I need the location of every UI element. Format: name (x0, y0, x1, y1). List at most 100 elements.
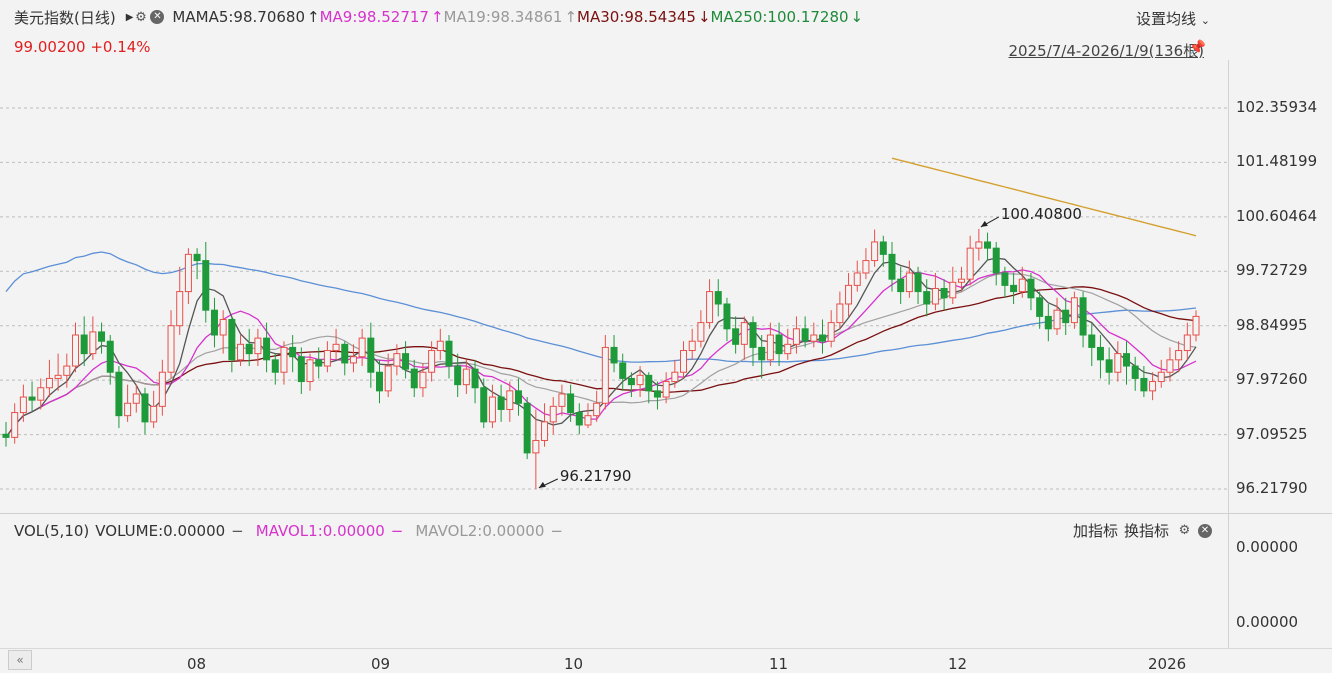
volume-header: VOL(5,10) VOLUME:0.00000 − MAVOL1:0.0000… (14, 520, 569, 542)
candle-up (662, 381, 670, 398)
candle-down (1123, 353, 1131, 367)
candle-up (419, 371, 427, 389)
candle-up (688, 340, 696, 352)
candle-up (358, 337, 366, 358)
candle-up (393, 353, 401, 367)
x-tick-label: 12 (948, 655, 968, 673)
candle-down (984, 241, 992, 249)
candle-up (871, 241, 879, 262)
candle-up (237, 343, 245, 361)
candle-up (332, 343, 340, 352)
ma9-arrow-icon: ↑ (430, 8, 444, 26)
y-tick-label: 100.60464 (1236, 206, 1318, 225)
ma5-arrow-icon: ↑ (307, 8, 320, 26)
volume-value: VOLUME:0.00000 (95, 522, 226, 540)
candle-down (202, 260, 210, 311)
ma19-value: MA19:98.34861 (443, 8, 563, 26)
candle-up (158, 371, 166, 407)
candle-down (1001, 272, 1009, 286)
candle-up (966, 247, 974, 280)
candle-up (63, 365, 71, 376)
ma19-arrow-icon: ↑ (564, 8, 578, 26)
candle-up (549, 405, 557, 423)
ma5-value: MA5:98.70680 (195, 8, 305, 26)
candle-down (1096, 346, 1104, 361)
volume-ytick-bottom: 0.00000 (1236, 613, 1299, 631)
gear-icon[interactable]: ⚙ (133, 10, 148, 25)
candle-up (1149, 381, 1157, 392)
candle-up (1018, 278, 1026, 293)
candle-down (367, 337, 375, 373)
y-tick-label: 97.09525 (1236, 424, 1308, 443)
candle-down (141, 393, 149, 423)
ma9-value: MA9:98.52717 (319, 8, 429, 26)
candle-up (150, 405, 158, 423)
x-tick-label: 10 (564, 655, 584, 673)
close-icon[interactable]: ✕ (1198, 523, 1212, 538)
candle-up (462, 368, 470, 386)
candle-down (610, 346, 618, 364)
x-tick-label: 08 (187, 655, 207, 673)
candle-down (480, 387, 488, 423)
candle-up (1192, 315, 1200, 336)
candle-down (471, 368, 479, 389)
date-range[interactable]: 2025/7/4-2026/1/9(136根) (1009, 40, 1204, 61)
axis-divider (1228, 60, 1229, 648)
candle-up (827, 322, 835, 342)
mavol2-dash-icon: − (550, 522, 563, 540)
candle-up (254, 337, 262, 355)
candle-up (506, 390, 514, 410)
price-chart[interactable]: 100.40800 96.21790 (0, 0, 1332, 672)
panel-divider (0, 513, 1332, 514)
candle-up (132, 393, 140, 404)
pin-icon[interactable]: 📌 (1189, 40, 1206, 56)
candle-down (1027, 278, 1035, 299)
switch-indicator-button[interactable]: 换指标 (1124, 520, 1169, 541)
candle-up (1157, 371, 1165, 383)
volume-dash-icon: − (231, 522, 244, 540)
ma250-value: MA250:100.17280 (710, 8, 849, 26)
candle-down (193, 253, 201, 262)
y-tick-label: 96.21790 (1236, 479, 1308, 497)
mavol1-dash-icon: − (390, 522, 404, 540)
candle-up (558, 393, 566, 407)
candle-down (775, 334, 783, 355)
high-label: 100.40800 (1001, 205, 1082, 223)
candle-down (758, 346, 766, 361)
mavol2-value: MAVOL2:0.00000 (415, 522, 545, 540)
candle-up (436, 340, 444, 352)
ma250-arrow-icon: ↓ (850, 8, 864, 26)
candle-down (445, 340, 453, 367)
ma-settings-label: 设置均线 (1135, 10, 1196, 28)
chart-title: 美元指数(日线) (14, 8, 116, 27)
candle-down (575, 412, 583, 426)
candle-down (914, 272, 922, 293)
gear-icon[interactable]: ⚙ (1177, 523, 1192, 538)
candle-down (714, 291, 722, 305)
candle-up (1183, 334, 1191, 352)
candle-up (176, 291, 184, 327)
candle-down (940, 287, 948, 299)
ma9-line (5, 269, 1197, 438)
candle-down (897, 278, 905, 293)
low-label: 96.21790 (560, 467, 632, 485)
candle-down (879, 241, 887, 255)
candle-down (263, 337, 271, 361)
candle-up (636, 374, 644, 386)
y-tick-label: 98.84995 (1236, 315, 1308, 334)
scroll-left-button[interactable]: « (8, 650, 32, 670)
volume-ytick-top: 0.00000 (1236, 538, 1299, 556)
expand-triangle-icon[interactable]: ▶ (126, 12, 134, 23)
candle-up (957, 278, 965, 283)
candle-down (645, 374, 653, 392)
candle-down (297, 356, 305, 383)
candle-down (28, 396, 36, 401)
ma30-line (5, 286, 1197, 438)
add-indicator-button[interactable]: 加指标 (1073, 520, 1118, 541)
ma-settings-dropdown[interactable]: 设置均线 ⌄ (1136, 8, 1210, 29)
candle-down (245, 343, 253, 355)
close-icon[interactable]: ✕ (150, 10, 165, 24)
candle-up (71, 334, 79, 367)
candle-up (706, 291, 714, 324)
candle-up (11, 412, 19, 438)
